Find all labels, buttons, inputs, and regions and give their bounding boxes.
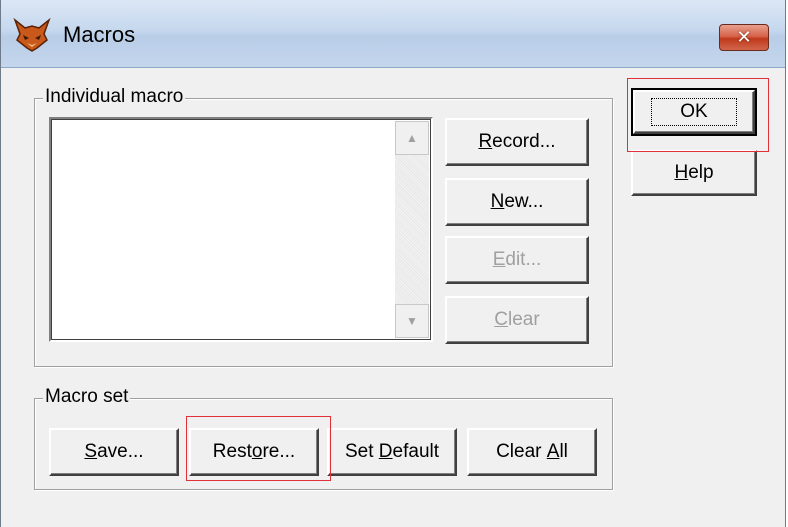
help-button[interactable]: Help (631, 150, 757, 196)
set-default-button[interactable]: Set Default (327, 428, 457, 476)
record-button[interactable]: Record... (445, 118, 589, 166)
individual-macro-label: Individual macro (43, 86, 186, 108)
macro-list[interactable]: ▲ ▼ (49, 117, 433, 342)
close-icon: ✕ (736, 27, 752, 48)
new-button[interactable]: New... (445, 178, 589, 226)
clear-all-button[interactable]: Clear All (467, 428, 597, 476)
macro-list-scrollbar[interactable]: ▲ ▼ (395, 121, 429, 338)
macro-set-label: Macro set (43, 386, 131, 408)
macros-dialog: Macros ✕ Individual macro ▲ ▼ Record... … (0, 0, 786, 527)
ok-highlight-box (627, 78, 769, 152)
arrow-up-icon: ▲ (406, 131, 418, 145)
window-title: Macros (63, 22, 136, 47)
close-button[interactable]: ✕ (719, 24, 769, 51)
restore-highlight-box (186, 416, 331, 481)
save-button[interactable]: Save... (49, 428, 179, 476)
edit-button[interactable]: Edit... (445, 236, 589, 284)
fox-icon (13, 18, 51, 52)
title-bar: Macros ✕ (1, 0, 785, 68)
clear-button[interactable]: Clear (445, 296, 589, 344)
scroll-up-button[interactable]: ▲ (395, 121, 429, 155)
arrow-down-icon: ▼ (406, 314, 418, 328)
scroll-down-button[interactable]: ▼ (395, 304, 429, 338)
